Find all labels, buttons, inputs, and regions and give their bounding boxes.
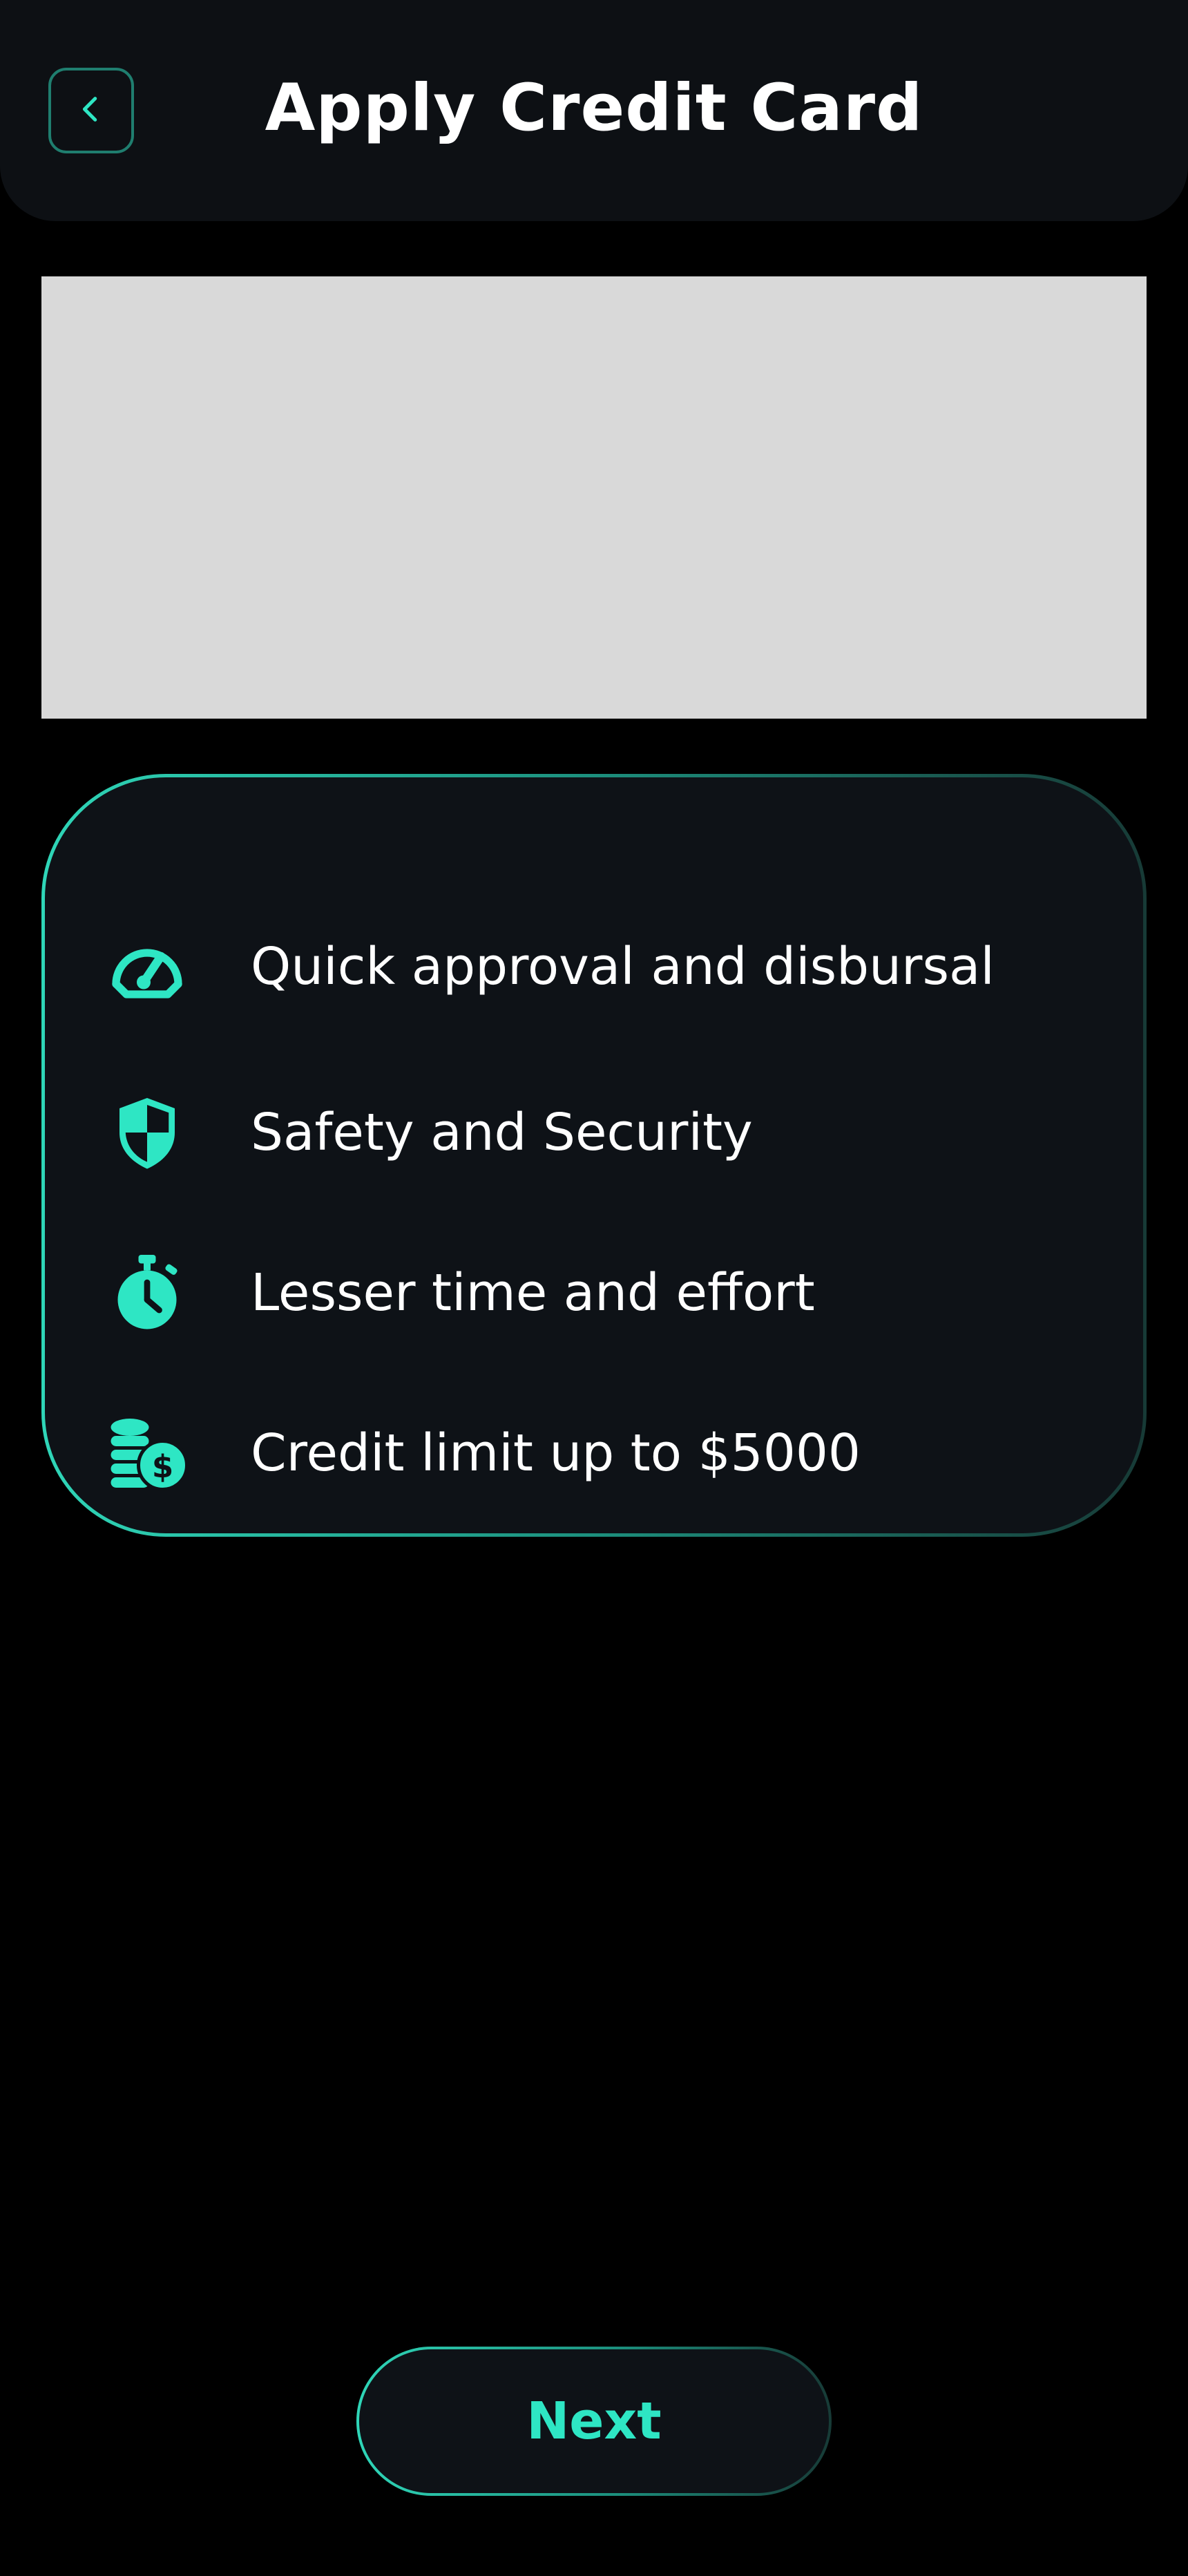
- features-card: Quick approval and disbursal Safety and …: [41, 774, 1147, 1537]
- next-button-surface: Next: [359, 2349, 829, 2493]
- shield-icon: [106, 1091, 189, 1174]
- banner-placeholder: [41, 276, 1147, 719]
- feature-label: Quick approval and disbursal: [251, 937, 995, 996]
- app-header: Apply Credit Card: [0, 0, 1188, 221]
- svg-text:$: $: [152, 1448, 173, 1485]
- feature-item-safety: Safety and Security: [45, 1084, 1143, 1181]
- feature-label: Lesser time and effort: [251, 1263, 815, 1323]
- features-list: Quick approval and disbursal Safety and …: [45, 777, 1143, 1533]
- feature-item-lesser-time: Lesser time and effort: [45, 1244, 1143, 1341]
- feature-item-credit-limit: $ Credit limit up to $5000: [45, 1405, 1143, 1502]
- feature-item-quick-approval: Quick approval and disbursal: [45, 918, 1143, 1015]
- next-button[interactable]: Next: [356, 2347, 832, 2496]
- next-button-label: Next: [526, 2392, 662, 2451]
- feature-label: Safety and Security: [251, 1103, 753, 1162]
- page-title: Apply Credit Card: [265, 70, 923, 146]
- speedometer-icon: [106, 925, 189, 1008]
- feature-label: Credit limit up to $5000: [251, 1423, 861, 1483]
- coins-dollar-icon: $: [106, 1412, 189, 1495]
- apply-credit-card-screen: Apply Credit Card Quick approval and dis…: [0, 0, 1188, 2576]
- stopwatch-icon: [106, 1251, 189, 1334]
